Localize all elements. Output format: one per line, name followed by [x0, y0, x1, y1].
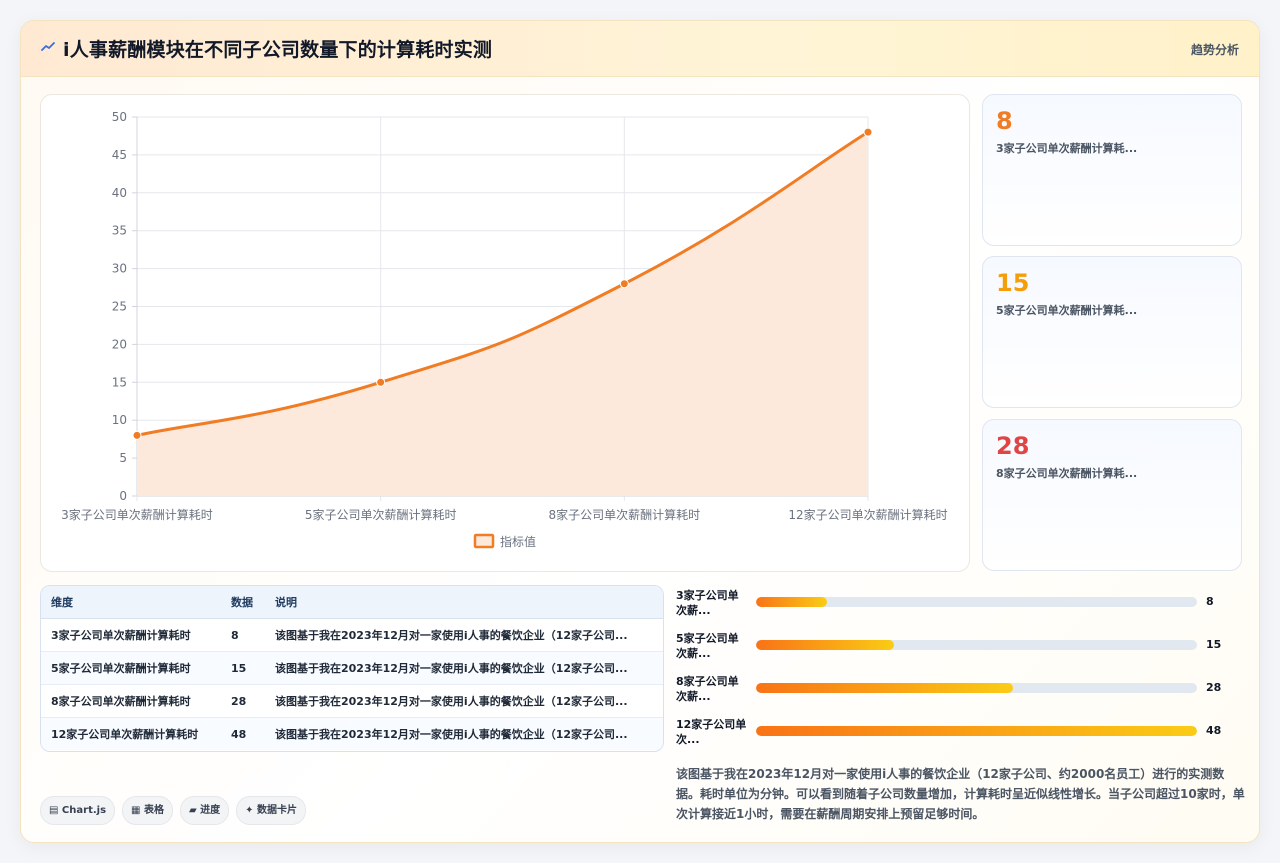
- table-cell: 48: [221, 717, 265, 750]
- progress-fill: [756, 640, 894, 650]
- table-row: 5家子公司单次薪酬计算耗时 15 该图基于我在2023年12月对一家使用i人事的…: [41, 651, 663, 685]
- table-row: 3家子公司单次薪酬计算耗时 8 该图基于我在2023年12月对一家使用i人事的餐…: [41, 618, 663, 652]
- x-tick-label: 12家子公司单次薪酬计算耗时: [788, 507, 947, 522]
- progress-value: 8: [1206, 595, 1214, 608]
- stat-value: 8: [996, 107, 1013, 135]
- series-area-fill: [137, 132, 868, 496]
- data-point: [619, 279, 629, 289]
- stat-label: 3家子公司单次薪酬计算耗...: [996, 142, 1138, 155]
- table-cell: 8: [221, 618, 265, 652]
- stat-label: 5家子公司单次薪酬计算耗...: [996, 304, 1138, 317]
- progress-row: 8家子公司单次薪... 28: [676, 670, 1236, 710]
- line-chart: 0 5 10 15 20 25 30 35 40 45 50 3家子公司单次薪酬计算耗时 5家子公司单次…: [61, 110, 947, 549]
- column-header-value: 数据: [221, 586, 265, 619]
- y-tick-label: 50: [112, 110, 127, 124]
- tag-table[interactable]: ▦ 表格: [122, 796, 173, 825]
- y-tick-label: 5: [119, 451, 127, 465]
- y-tick-label: 45: [112, 148, 127, 162]
- progress-label: 3家子公司单次薪...: [676, 589, 739, 617]
- y-tick-label: 10: [112, 413, 127, 427]
- progress-track: [756, 597, 1197, 607]
- table-cell: 3家子公司单次薪酬计算耗时: [41, 618, 221, 652]
- y-tick-label: 40: [112, 186, 127, 200]
- x-tick-label: 5家子公司单次薪酬计算耗时: [305, 507, 457, 522]
- tag-data-card[interactable]: ✦ 数据卡片: [236, 796, 307, 825]
- progress-row: 12家子公司单次... 48: [676, 713, 1236, 753]
- y-tick-label: 20: [112, 337, 127, 351]
- progress-label: 12家子公司单次...: [676, 718, 747, 746]
- x-tick-label: 3家子公司单次薪酬计算耗时: [61, 507, 213, 522]
- stat-value: 28: [996, 432, 1030, 460]
- tag-progress[interactable]: ▰ 进度: [179, 796, 230, 825]
- progress-track: [756, 726, 1197, 736]
- trend-icon: [41, 42, 55, 51]
- progress-row: 5家子公司单次薪... 15: [676, 627, 1236, 667]
- stat-card-3: 8 3家子公司单次薪酬计算耗...: [982, 94, 1242, 246]
- tag-chartjs[interactable]: ▤ Chart.js: [40, 796, 116, 825]
- data-point: [863, 127, 873, 137]
- table-cell: 28: [221, 684, 265, 718]
- y-tick-label: 15: [112, 375, 127, 389]
- progress-label: 5家子公司单次薪...: [676, 632, 739, 660]
- progress-fill: [756, 597, 827, 607]
- x-tick-label: 8家子公司单次薪酬计算耗时: [549, 507, 701, 522]
- table-row: 12家子公司单次薪酬计算耗时 48 该图基于我在2023年12月对一家使用i人事…: [41, 717, 663, 750]
- data-point: [132, 430, 142, 440]
- stat-card-5: 15 5家子公司单次薪酬计算耗...: [982, 256, 1242, 408]
- chart-description: 该图基于我在2023年12月对一家使用i人事的餐饮企业（12家子公司、约2000…: [676, 767, 1245, 821]
- y-tick-label: 30: [112, 262, 127, 276]
- tech-tags: ▤ Chart.js ▦ 表格 ▰ 进度 ✦ 数据卡片: [40, 796, 313, 825]
- table-header-row: 维度 数据 说明: [41, 586, 663, 619]
- stat-label: 8家子公司单次薪酬计算耗...: [996, 467, 1138, 480]
- progress-track: [756, 683, 1197, 693]
- progress-track: [756, 640, 1197, 650]
- progress-label: 8家子公司单次薪...: [676, 675, 739, 703]
- table-cell: 该图基于我在2023年12月对一家使用i人事的餐饮企业（12家子公司...: [265, 651, 663, 685]
- legend-swatch: [473, 533, 495, 549]
- progress-fill: [756, 683, 1014, 693]
- table-cell: 8家子公司单次薪酬计算耗时: [41, 684, 221, 718]
- dashboard-card: i人事薪酬模块在不同子公司数量下的计算耗时实测 趋势分析 0 5 10 15 20 25 3…: [20, 20, 1260, 843]
- table-cell: 该图基于我在2023年12月对一家使用i人事的餐饮企业（12家子公司...: [265, 684, 663, 718]
- data-table: 维度 数据 说明 3家子公司单次薪酬计算耗时 8 该图基于我在2023年12月对…: [40, 585, 664, 752]
- column-header-note: 说明: [265, 586, 663, 619]
- table-cell: 5家子公司单次薪酬计算耗时: [41, 651, 221, 685]
- progress-row: 3家子公司单次薪... 8: [676, 584, 1236, 624]
- table-cell: 15: [221, 651, 265, 685]
- trend-analysis-label: 趋势分析: [1190, 43, 1239, 57]
- progress-fill: [756, 726, 1197, 736]
- y-tick-label: 0: [119, 489, 127, 503]
- table-cell: 该图基于我在2023年12月对一家使用i人事的餐饮企业（12家子公司...: [265, 618, 663, 652]
- card-header: i人事薪酬模块在不同子公司数量下的计算耗时实测 趋势分析: [21, 21, 1259, 77]
- y-tick-label: 35: [112, 224, 127, 238]
- progress-value: 15: [1206, 638, 1222, 651]
- line-chart-panel: 0 5 10 15 20 25 30 35 40 45 50 3家子公司单次薪酬计算耗时 5家子公司单次…: [40, 94, 970, 572]
- page-title: i人事薪酬模块在不同子公司数量下的计算耗时实测: [63, 39, 493, 61]
- stat-card-8: 28 8家子公司单次薪酬计算耗...: [982, 419, 1242, 571]
- y-tick-label: 25: [112, 300, 127, 314]
- table-cell: 该图基于我在2023年12月对一家使用i人事的餐饮企业（12家子公司...: [265, 717, 663, 750]
- table-cell: 12家子公司单次薪酬计算耗时: [41, 717, 221, 750]
- progress-value: 48: [1206, 724, 1222, 737]
- column-header-dimension: 维度: [41, 586, 221, 619]
- progress-value: 28: [1206, 681, 1222, 694]
- table-row: 8家子公司单次薪酬计算耗时 28 该图基于我在2023年12月对一家使用i人事的…: [41, 684, 663, 718]
- data-point: [376, 377, 386, 387]
- legend-label: 指标值: [500, 534, 536, 549]
- stat-value: 15: [996, 269, 1030, 297]
